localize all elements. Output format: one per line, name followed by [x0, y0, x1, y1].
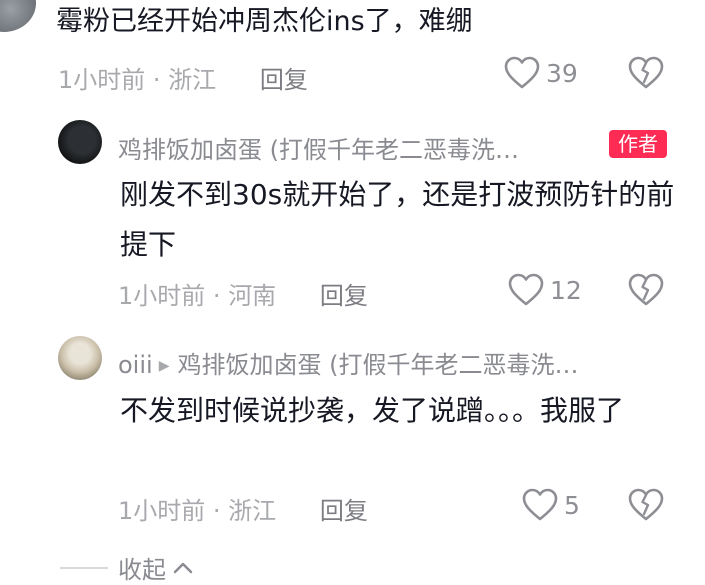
broken-heart-icon [628, 56, 664, 89]
like-count: 12 [550, 275, 582, 305]
like-count: 5 [564, 490, 580, 520]
comment-location: 河南 [228, 282, 277, 310]
dislike-button[interactable] [628, 273, 664, 311]
comment-location: 浙江 [168, 66, 217, 94]
comment-meta: 1小时前 · 河南 回复 [118, 276, 368, 311]
dislike-button[interactable] [628, 488, 664, 526]
meta-separator: · [152, 66, 169, 94]
heart-icon [508, 273, 544, 306]
broken-heart-icon [628, 488, 664, 521]
like-count: 39 [546, 58, 578, 88]
like-button[interactable]: 12 [508, 273, 582, 307]
reply-text: 不发到时候说抄袭，发了说蹭。。。我服了 [120, 394, 625, 427]
avatar[interactable] [58, 336, 102, 380]
author-badge: 作者 [609, 130, 667, 158]
comment-meta: 1小时前 · 浙江 回复 [118, 491, 368, 526]
reply-text: 刚发不到30s就开始了，还是打波预防针的前提下 [120, 178, 675, 261]
reply-button[interactable]: 回复 [320, 282, 368, 310]
comment-meta: 1小时前 · 浙江 回复 [58, 60, 308, 95]
reply-nickname-row: oiii ▶ 鸡排饭加卤蛋 (打假千年老二恶毒洗… [118, 345, 578, 380]
meta-separator: · [212, 282, 229, 310]
chevron-up-icon [173, 562, 193, 573]
dislike-button[interactable] [628, 56, 664, 94]
avatar[interactable] [0, 0, 36, 32]
collapse-replies-button[interactable]: 收起 [60, 550, 194, 585]
comment-time: 1小时前 [58, 66, 146, 94]
comment-time: 1小时前 [118, 497, 206, 525]
like-button[interactable]: 39 [504, 56, 578, 90]
like-button[interactable]: 5 [522, 488, 580, 522]
comment-location: 浙江 [228, 497, 277, 525]
heart-icon [504, 56, 540, 89]
comment-time: 1小时前 [118, 282, 206, 310]
avatar[interactable] [58, 120, 102, 164]
divider [60, 566, 108, 569]
broken-heart-icon [628, 273, 664, 306]
reply-nickname[interactable]: 鸡排饭加卤蛋 (打假千年老二恶毒洗… [118, 130, 519, 165]
heart-icon [522, 488, 558, 521]
reply-nickname[interactable]: oiii [118, 351, 153, 379]
reply-button[interactable]: 回复 [320, 497, 368, 525]
collapse-label: 收起 [118, 556, 166, 584]
meta-separator: · [212, 497, 229, 525]
reply-button[interactable]: 回复 [260, 66, 308, 94]
reply-arrow-icon: ▶ [158, 358, 170, 374]
reply-to-nickname[interactable]: 鸡排饭加卤蛋 (打假千年老二恶毒洗… [177, 351, 578, 379]
comment-text: 霉粉已经开始冲周杰伦ins了，难绷 [56, 6, 473, 37]
comment-thread: 霉粉已经开始冲周杰伦ins了，难绷 1小时前 · 浙江 回复 39 鸡排饭加卤蛋… [0, 0, 705, 585]
